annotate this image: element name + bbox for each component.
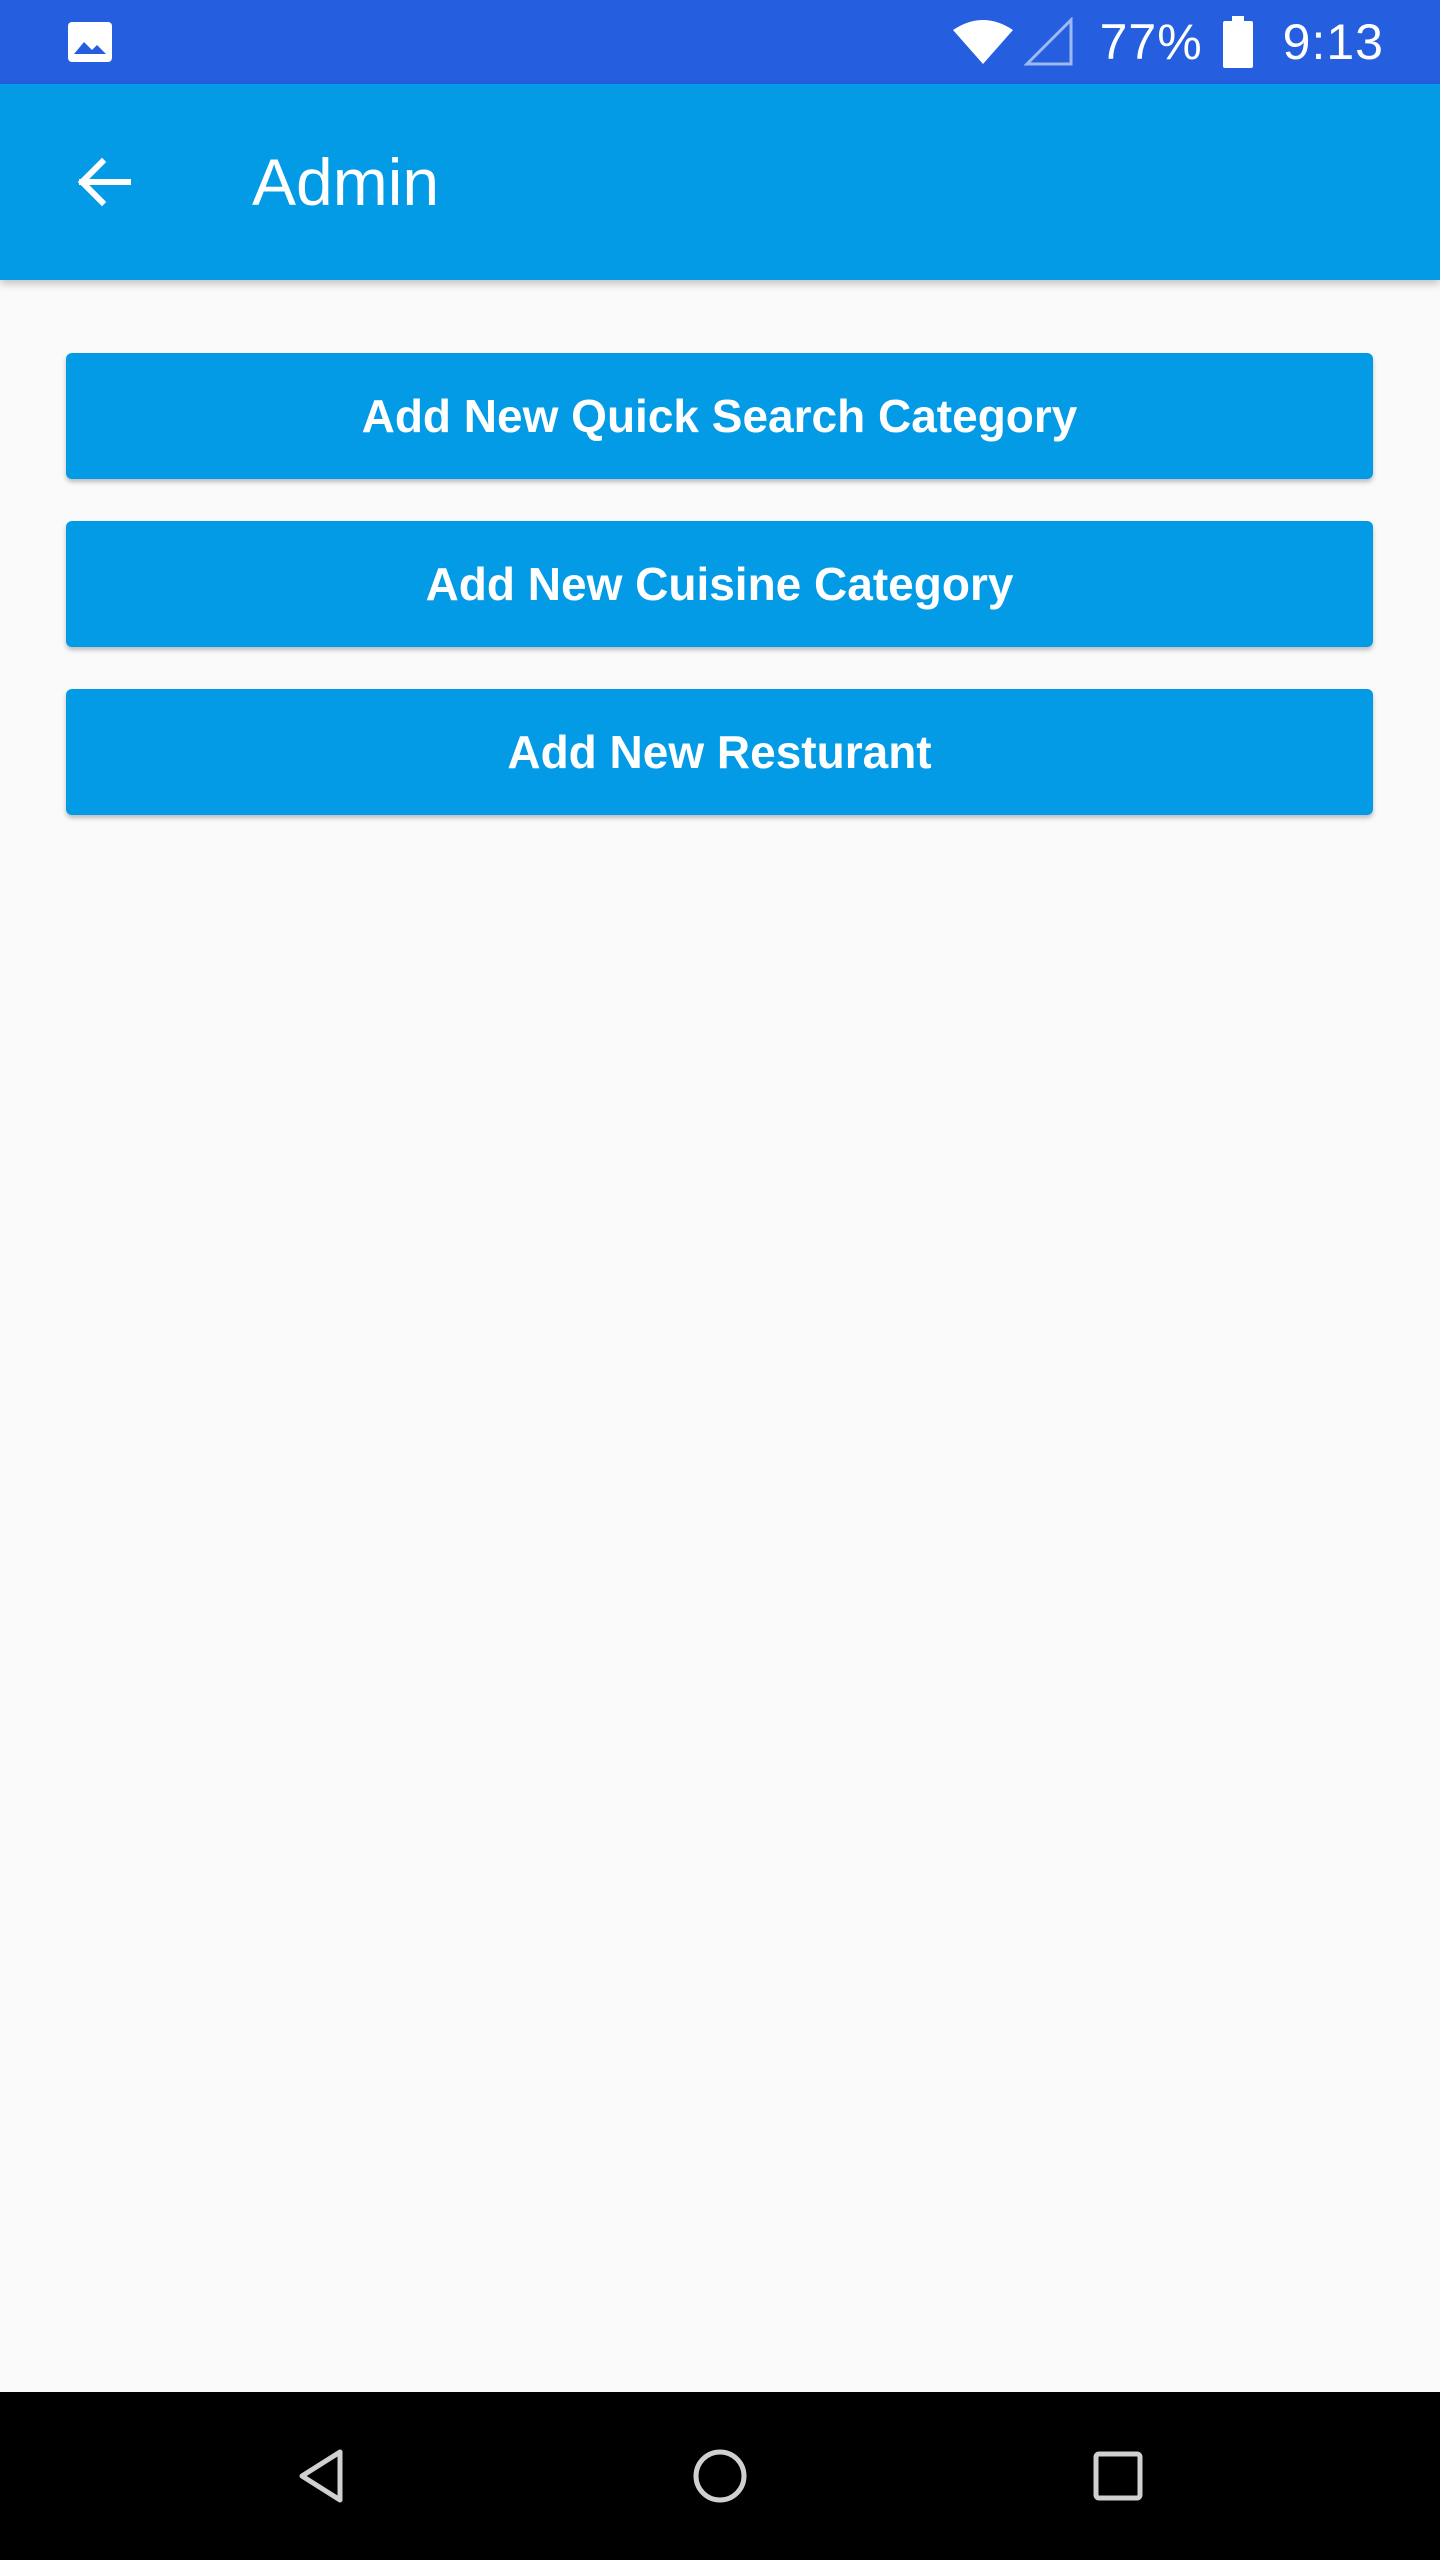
page-title: Admin [252, 145, 440, 219]
admin-actions: Add New Quick Search Category Add New Cu… [66, 353, 1373, 857]
status-indicators: 77% 9:13 [952, 0, 1384, 84]
add-cuisine-category-button[interactable]: Add New Cuisine Category [66, 521, 1373, 647]
signal-icon [1023, 17, 1073, 66]
arrow-back-icon [77, 157, 131, 207]
nav-home-button[interactable] [670, 2426, 770, 2526]
nav-back-button[interactable] [272, 2426, 372, 2526]
battery-icon [1222, 16, 1253, 68]
status-bar: 77% 9:13 [0, 0, 1440, 84]
nav-home-icon [693, 2449, 747, 2503]
nav-recents-button[interactable] [1068, 2426, 1168, 2526]
status-time: 9:13 [1282, 14, 1384, 70]
add-quick-search-category-button[interactable]: Add New Quick Search Category [66, 353, 1373, 479]
admin-screen: 77% 9:13 Admin Add New Quick Search Cate… [0, 0, 1440, 2560]
wifi-icon [952, 20, 1013, 64]
app-bar: Admin [0, 84, 1440, 280]
nav-back-icon [299, 2449, 343, 2503]
add-restaurant-button[interactable]: Add New Resturant [66, 689, 1373, 815]
nav-recents-icon [1093, 2451, 1143, 2501]
back-button[interactable] [52, 130, 156, 234]
navigation-bar [0, 2392, 1440, 2560]
battery-percentage: 77% [1099, 14, 1203, 70]
image-icon [68, 22, 112, 62]
